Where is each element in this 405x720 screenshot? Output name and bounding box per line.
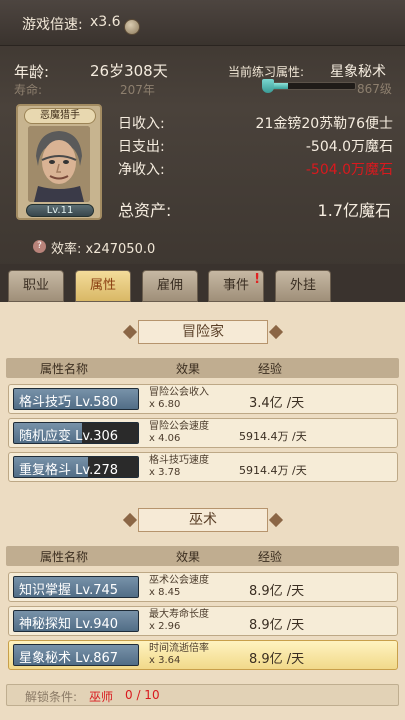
speed-value: x3.6 xyxy=(90,14,121,30)
attribute-row[interactable]: 格斗技巧 Lv.580 冒险公会收入 x 6.80 3.4亿 /天 xyxy=(8,384,398,414)
skill-level-bar: 重复格斗 Lv.278 xyxy=(13,456,139,478)
attribute-row[interactable]: 知识掌握 Lv.745 巫术公会速度 x 8.45 8.9亿 /天 xyxy=(8,572,398,602)
skill-level-bar: 知识掌握 Lv.745 xyxy=(13,576,139,598)
unlock-role: 巫师 xyxy=(89,690,114,704)
practice-progress-bar xyxy=(270,82,356,90)
skill-name: 知识掌握 Lv.745 xyxy=(19,583,119,598)
potion-icon xyxy=(262,79,274,93)
skill-exp: 8.9亿 /天 xyxy=(249,618,305,633)
tab-events[interactable]: 事件! xyxy=(208,270,264,302)
age-label: 年龄: xyxy=(14,63,50,81)
attribute-row[interactable]: 神秘探知 Lv.940 最大寿命长度 x 2.96 8.9亿 /天 xyxy=(8,606,398,636)
character-face-image xyxy=(28,126,90,202)
section2-header: 属性名称 效果 经验 xyxy=(6,546,399,566)
skill-effect: 巫术公会速度 x 8.45 xyxy=(149,575,209,598)
daily-expense-label: 日支出: xyxy=(118,139,165,155)
skill-name: 星象秘术 Lv.867 xyxy=(19,651,119,666)
character-portrait[interactable]: 恶魔猎手 Lv.11 xyxy=(16,104,102,220)
attribute-row[interactable]: 重复格斗 Lv.278 格斗技巧速度 x 3.78 5914.4万 /天 xyxy=(8,452,398,482)
efficiency-value: x247050.0 xyxy=(85,242,156,257)
total-assets-value: 1.7亿魔石 xyxy=(317,201,391,220)
tab-events-badge: ! xyxy=(254,272,260,287)
efficiency-text: 效率: x247050.0 xyxy=(51,242,156,257)
daily-income-value: 21金镑20苏勒76便士 xyxy=(255,116,393,132)
net-income-label: 净收入: xyxy=(118,162,165,178)
daily-income-label: 日收入: xyxy=(118,116,165,132)
age-value: 26岁308天 xyxy=(90,62,168,80)
total-assets-label: 总资产: xyxy=(118,201,172,220)
section-title-adventurer: 冒险家 xyxy=(138,320,268,344)
character-title: 恶魔猎手 xyxy=(24,108,96,124)
speed-bar: 游戏倍速: x3.6 xyxy=(0,0,405,46)
unlock-label: 解锁条件: xyxy=(25,690,78,704)
skill-exp: 8.9亿 /天 xyxy=(249,584,305,599)
skill-level-bar: 随机应变 Lv.306 xyxy=(13,422,139,444)
speed-toggle-button[interactable] xyxy=(124,19,140,35)
skill-level-bar: 神秘探知 Lv.940 xyxy=(13,610,139,632)
attribute-row[interactable]: 随机应变 Lv.306 冒险公会速度 x 4.06 5914.4万 /天 xyxy=(8,418,398,448)
skill-name: 随机应变 Lv.306 xyxy=(19,429,119,444)
attribute-row-active[interactable]: 星象秘术 Lv.867 时间流逝倍率 x 3.64 8.9亿 /天 xyxy=(8,640,398,670)
skill-exp: 5914.4万 /天 xyxy=(239,464,307,477)
skill-exp: 3.4亿 /天 xyxy=(249,396,305,411)
character-level-badge: Lv.11 xyxy=(26,204,94,217)
skill-level-bar: 星象秘术 Lv.867 xyxy=(13,644,139,666)
practice-label: 当前练习属性: xyxy=(228,65,305,79)
practice-value: 星象秘术 xyxy=(330,64,386,80)
section-title-sorcery: 巫术 xyxy=(138,508,268,532)
skill-exp: 8.9亿 /天 xyxy=(249,652,305,667)
tab-attributes[interactable]: 属性 xyxy=(75,270,131,302)
net-income-value: -504.0万魔石 xyxy=(305,162,393,178)
practice-level: 867级 xyxy=(357,82,392,96)
attribute-panel: 冒险家 属性名称 效果 经验 格斗技巧 Lv.580 冒险公会收入 x 6.80 … xyxy=(0,302,405,720)
lifespan-label: 寿命: xyxy=(14,83,43,97)
skill-level-bar: 格斗技巧 Lv.580 xyxy=(13,388,139,410)
skill-effect: 冒险公会收入 x 6.80 xyxy=(149,387,209,410)
tab-hire[interactable]: 雇佣 xyxy=(142,270,198,302)
skill-effect: 最大寿命长度 x 2.96 xyxy=(149,609,209,632)
tab-bar: 职业 属性 雇佣 事件! 外挂 xyxy=(0,264,405,304)
skill-exp: 5914.4万 /天 xyxy=(239,430,307,443)
speed-label: 游戏倍速: xyxy=(22,17,83,33)
skill-effect: 时间流逝倍率 x 3.64 xyxy=(149,643,209,666)
tab-career[interactable]: 职业 xyxy=(8,270,64,302)
skill-effect: 格斗技巧速度 x 3.78 xyxy=(149,455,209,478)
skill-name: 神秘探知 Lv.940 xyxy=(19,617,119,632)
unlock-condition: 解锁条件: 巫师 0 / 10 xyxy=(6,684,399,706)
status-panel: 游戏倍速: x3.6 年龄: 26岁308天 寿命: 207年 当前练习属性: … xyxy=(0,0,405,268)
help-icon[interactable]: ? xyxy=(33,240,46,253)
skill-name: 格斗技巧 Lv.580 xyxy=(19,395,119,410)
lifespan-value: 207年 xyxy=(120,83,155,97)
skill-effect: 冒险公会速度 x 4.06 xyxy=(149,421,209,444)
unlock-count: 0 / 10 xyxy=(125,688,160,702)
skill-name: 重复格斗 Lv.278 xyxy=(19,463,119,478)
tab-cheats[interactable]: 外挂 xyxy=(275,270,331,302)
daily-expense-value: -504.0万魔石 xyxy=(305,139,393,155)
section1-header: 属性名称 效果 经验 xyxy=(6,358,399,378)
